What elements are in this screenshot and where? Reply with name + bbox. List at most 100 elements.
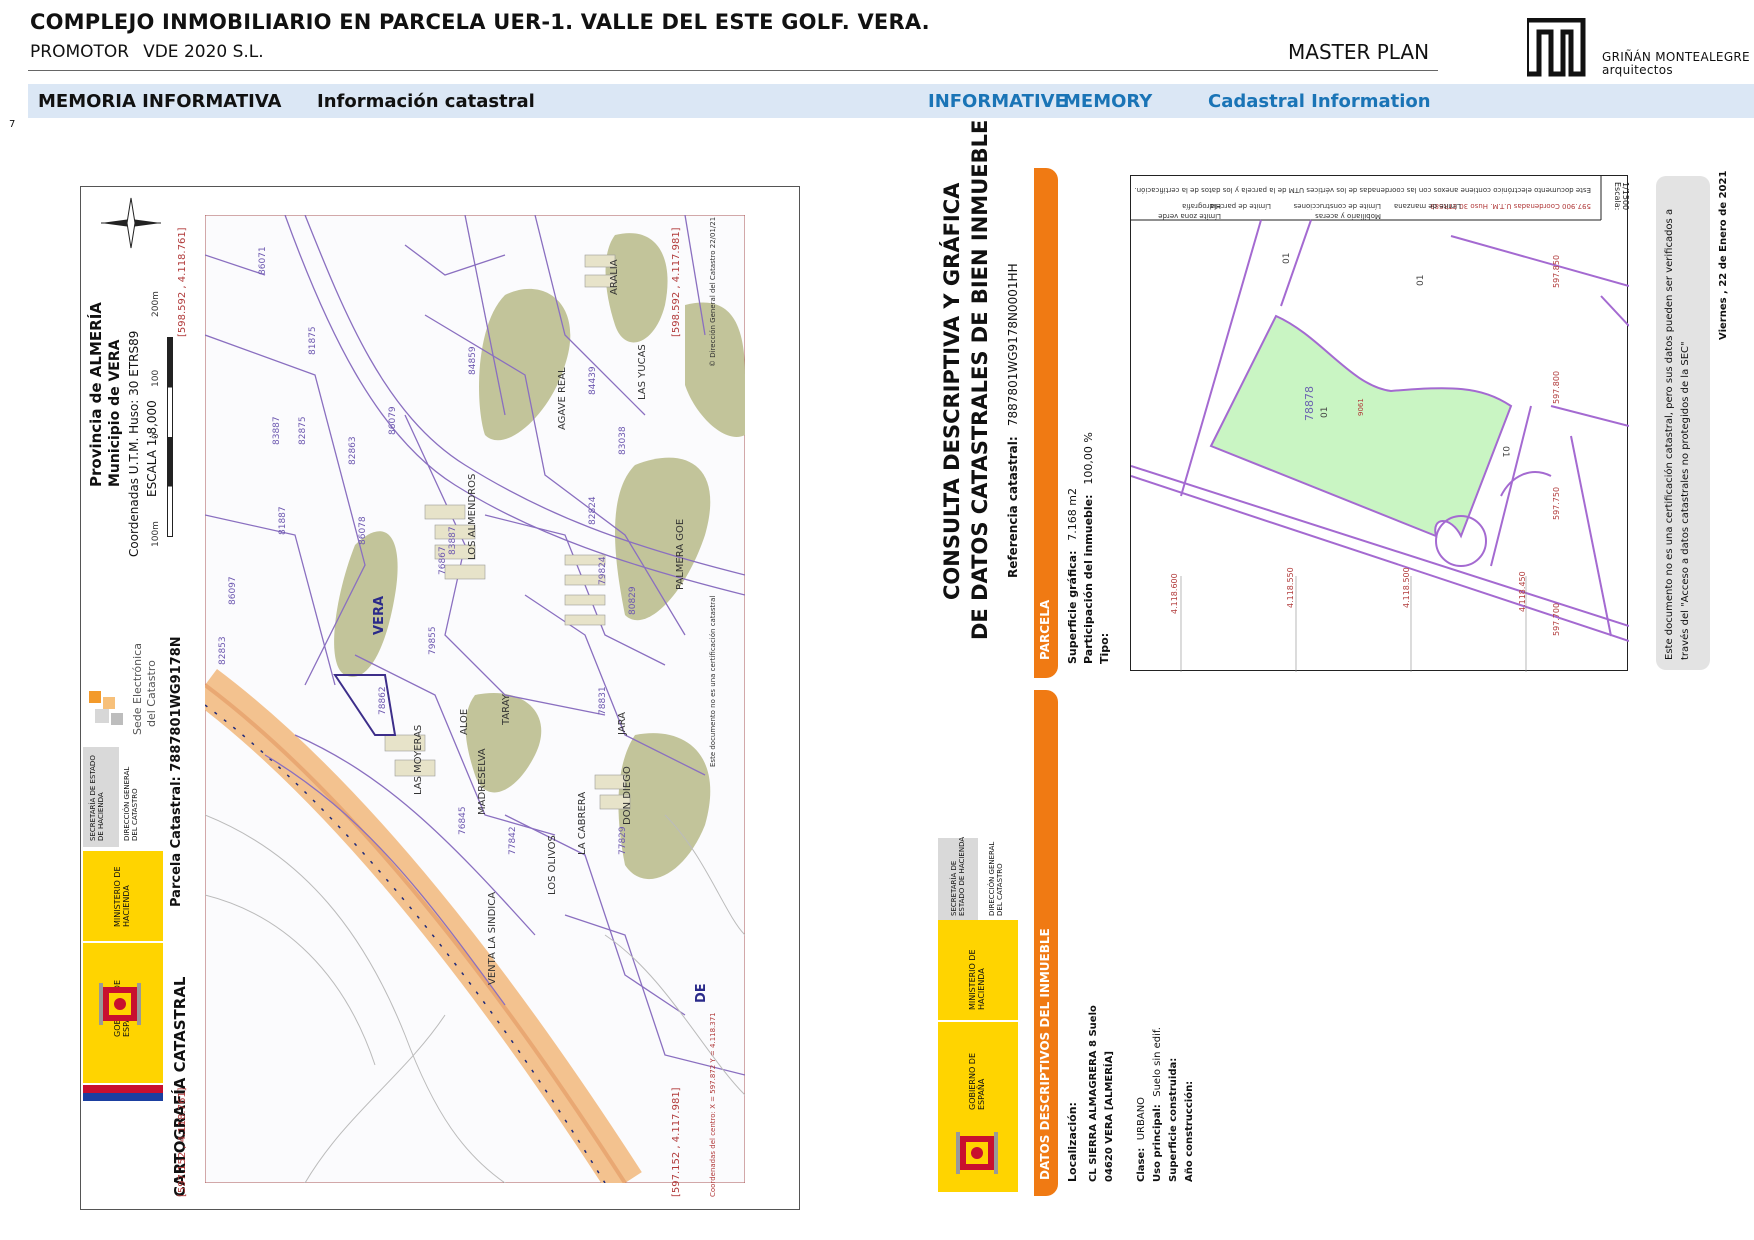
parcel-number: 84439 [588, 366, 598, 395]
provincia-text: Provincia de ALMERÍA [87, 302, 105, 487]
uso-label: Uso principal: [1152, 1104, 1163, 1182]
coordenadas-text: Coordenadas U.T.M. Huso: 30 ETRS89 [127, 330, 141, 557]
parcel-number: 81887 [278, 506, 288, 535]
parcel-number: 83038 [618, 426, 628, 455]
flag-red-stripe [83, 1085, 163, 1093]
sede-catastro-icon [89, 691, 123, 725]
parcel-number: 76845 [458, 806, 468, 835]
scale-bar [167, 337, 173, 537]
superficie-row: Superficie gráfica: 7.168 m2 [1066, 488, 1079, 664]
map-label: TARAY [501, 693, 512, 726]
map-label: LAS MOYERAS [413, 725, 424, 795]
clase-value: URBANO [1136, 1096, 1147, 1141]
participacion-label: Participación del inmueble: [1082, 494, 1095, 664]
mid-direccion-text: DIRECCIÓN GENERAL DEL CATASTRO [988, 841, 1004, 916]
logo-line2: arquitectos [1602, 63, 1673, 77]
map-label: LA CABRERA [577, 792, 588, 855]
y-coord: 4.118.450 [1518, 571, 1527, 612]
coord-top-right: [598.592 , 4.117.981] [671, 227, 682, 337]
band-cadastral: Cadastral Information [1208, 91, 1431, 112]
parcel-number: 86071 [258, 246, 268, 275]
superficie-label: Superficie gráfica: [1066, 550, 1079, 664]
parcel-small-label: 9061 [1357, 398, 1365, 416]
map-label: VENTA LA SINDICA [487, 892, 498, 985]
map-label: LOS OLIVOS [547, 835, 558, 895]
band-info: Información catastral [317, 91, 535, 112]
centro-coords: Coordenadas del centro: X = 597.872 Y = … [709, 1012, 717, 1197]
ministerio-text: MINISTERIO DE HACIENDA [113, 866, 131, 927]
consulta-title-2: DE DATOS CATASTRALES DE BIEN INMUEBLE [968, 119, 992, 640]
municipio-text: Municipio de VERA [107, 339, 123, 487]
parcel-number: 83887 [448, 526, 458, 555]
legend-item: Límite de manzana [1394, 202, 1461, 210]
parcel-number: 82824 [588, 496, 598, 525]
parcela-catastral: Parcela Catastral: 7887801WG9178N [169, 636, 184, 907]
parcel-label: 78878 [1303, 386, 1316, 421]
map-label-vera: VERA [372, 596, 387, 635]
parcel-number: 84859 [468, 346, 478, 375]
parcel-number: 83887 [272, 416, 282, 445]
scale-tick: 100 [151, 369, 161, 387]
referencia-value: 7887801WG9178N0001HH [1006, 263, 1020, 427]
y-coord: 4.118.500 [1402, 567, 1411, 608]
promotor-line: PROMOTOR VDE 2020 S.L. [30, 42, 264, 62]
band-memoria: MEMORIA INFORMATIVA [38, 91, 282, 112]
y-coord: 4.118.550 [1286, 567, 1295, 608]
parcel-number: 82875 [298, 416, 308, 445]
referencia-label: Referencia catastral: [1006, 436, 1020, 578]
direccion-text: DIRECCIÓN GENERAL DEL CATASTRO [123, 766, 139, 841]
localizacion-label: Localización: [1066, 1102, 1079, 1182]
scale-tick: 200m [151, 291, 161, 317]
anio-label: Año construcción: [1184, 1080, 1195, 1182]
clase-row: Clase: URBANO [1136, 1097, 1147, 1182]
escala-value: 1/1500 [1621, 182, 1629, 210]
logo-caption: GRIÑÁN MONTEALEGRE arquitectos [1602, 51, 1750, 77]
y-coord: 4.118.600 [1170, 573, 1179, 614]
cadastral-map: 86071 81875 83887 82875 82863 86079 8485… [205, 215, 745, 1183]
parcel-number: 86079 [388, 406, 398, 435]
parcel-plan-drawing: Este documento electrónico contiene anex… [1130, 176, 1630, 672]
coat-of-arms-icon [99, 983, 141, 1025]
map-label: ALOE [459, 709, 470, 735]
consulta-title-1: CONSULTA DESCRIPTIVA Y GRÁFICA [940, 182, 964, 600]
parcel-number: 86097 [228, 576, 238, 605]
disclaimer-line1: Este documento no es una certificación c… [1664, 208, 1675, 660]
parcel-number: 86078 [358, 516, 368, 545]
institution-block: SECRETARÍA DE ESTADO DE HACIENDA DIRECCI… [83, 747, 163, 1211]
parcel-number: 80829 [628, 586, 638, 615]
page-number: 7 [9, 119, 16, 130]
sede-line1: Sede Electrónica [131, 643, 144, 735]
section-label: MASTER PLAN [1288, 40, 1430, 64]
parcel-number: 76867 [438, 546, 448, 575]
coord-bottom-left: [597.152 , 4.118.761] [177, 1087, 188, 1197]
document-title: COMPLEJO INMOBILIARIO EN PARCELA UER-1. … [30, 10, 930, 34]
tipo-label: Tipo: [1098, 632, 1111, 664]
label-01: 01 [1416, 275, 1426, 286]
section-band: MEMORIA INFORMATIVA Información catastra… [28, 84, 1754, 118]
construida-label: Superficie construida: [1168, 1057, 1179, 1182]
sede-line2: del Catastro [145, 660, 158, 727]
legend-item: Límite de construcciones [1293, 202, 1381, 210]
coord-top-left: [598.592 , 4.118.761] [177, 227, 188, 337]
parcel-plan: Este documento electrónico contiene anex… [1130, 175, 1630, 672]
mid-ministerio-text: MINISTERIO DE HACIENDA [968, 949, 986, 1010]
uso-value: Suelo sin edif. [1152, 1027, 1163, 1097]
promotor-label: PROMOTOR [30, 42, 130, 62]
parcel-number: 77842 [508, 826, 518, 855]
coord-bottom-right: [597.152 , 4.117.981] [671, 1087, 682, 1197]
scale-tick: 100m [151, 521, 161, 547]
no-certificacion-text: Este documento no es una certificación c… [709, 595, 717, 767]
legend-item: Hidrografía [1182, 202, 1221, 210]
datos-heading: DATOS DESCRIPTIVOS DEL INMUEBLE [1038, 928, 1052, 1180]
parcela-heading: PARCELA [1038, 599, 1052, 660]
fecha-text: Viernes , 22 de Enero de 2021 [1718, 170, 1729, 340]
map-label-de: DE [694, 983, 709, 1003]
parcel-number: 82863 [348, 436, 358, 465]
map-label: LOS ALMENDROS [467, 474, 478, 560]
escala-text: ESCALA 1:8,000 [145, 400, 159, 497]
legend-note: Este documento electrónico contiene anex… [1134, 186, 1591, 194]
map-label: JARA [617, 712, 628, 736]
mid-secretaria-text: SECRETARÍA DE ESTADO DE HACIENDA [950, 836, 966, 916]
promotor-value: VDE 2020 S.L. [143, 42, 264, 62]
map-label: PALMERA GOE [675, 519, 686, 590]
